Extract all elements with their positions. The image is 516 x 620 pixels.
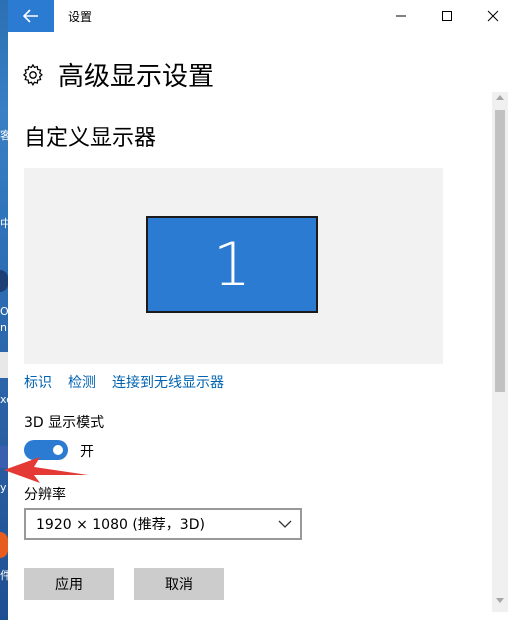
desktop-text-fragment: xe	[0, 393, 8, 406]
stereo-mode-label: 3D 显示模式	[24, 415, 105, 431]
section-title: 自定义显示器	[24, 126, 157, 151]
close-button[interactable]	[470, 0, 516, 32]
desktop-app-icon[interactable]	[0, 532, 8, 558]
minimize-icon	[396, 15, 406, 17]
scrollbar[interactable]	[492, 92, 508, 612]
title-bar: 设置	[8, 0, 516, 32]
resolution-label: 分辨率	[24, 487, 66, 503]
desktop-text-fragment: 客	[0, 129, 8, 142]
desktop-app-icon[interactable]	[0, 270, 8, 292]
back-button[interactable]	[8, 0, 54, 32]
desktop-text-fragment: n	[0, 321, 7, 334]
resolution-dropdown[interactable]: 1920 × 1080 (推荐，3D)	[24, 508, 302, 540]
chevron-down-icon	[278, 520, 292, 528]
scrollbar-thumb[interactable]	[495, 110, 505, 392]
minimize-button[interactable]	[378, 0, 424, 32]
desktop-text-fragment: 中	[0, 217, 8, 230]
annotation-arrow-icon	[4, 457, 88, 483]
toggle-knob	[53, 445, 63, 455]
app-title: 设置	[68, 10, 93, 24]
detect-link[interactable]: 检测	[68, 372, 96, 392]
maximize-button[interactable]	[424, 0, 470, 32]
cancel-button[interactable]: 取消	[134, 568, 224, 600]
close-icon	[487, 10, 499, 22]
scroll-up-arrow-icon[interactable]	[496, 94, 504, 100]
connect-wireless-display-link[interactable]: 连接到无线显示器	[112, 372, 224, 392]
desktop-background: 客 中 O n xe y 件	[0, 0, 8, 620]
monitor-tile[interactable]: 1	[146, 216, 318, 313]
settings-window: 设置 高级显示设置 自定义显示器 1 标识 检测 连接到无线显示器 3D 显示模…	[8, 0, 516, 620]
scroll-down-arrow-icon[interactable]	[496, 598, 504, 604]
desktop-text-fragment: 件	[0, 569, 8, 582]
page-header: 高级显示设置	[22, 56, 214, 93]
resolution-value: 1920 × 1080 (推荐，3D)	[36, 517, 205, 533]
display-actions: 标识 检测 连接到无线显示器	[24, 372, 224, 392]
maximize-icon	[442, 11, 452, 21]
identify-link[interactable]: 标识	[24, 372, 52, 392]
monitor-number: 1	[212, 229, 252, 300]
desktop-text-fragment: O	[0, 305, 8, 318]
gear-icon	[22, 63, 43, 86]
page-title: 高级显示设置	[58, 62, 215, 92]
arrow-left-icon	[23, 9, 38, 23]
desktop-file-icon[interactable]	[0, 352, 8, 378]
apply-button[interactable]: 应用	[24, 568, 114, 600]
display-arrangement-area: 1	[24, 168, 443, 364]
